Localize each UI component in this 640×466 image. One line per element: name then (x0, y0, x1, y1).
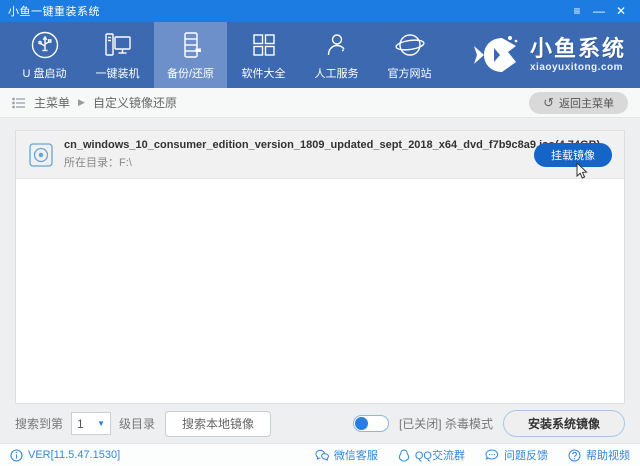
globe-icon (394, 29, 426, 61)
search-depth-value: 1 (77, 416, 84, 431)
search-depth-prefix: 搜索到第 (15, 417, 64, 431)
status-link-label: QQ交流群 (414, 450, 465, 462)
nav-label: 人工服务 (314, 68, 359, 80)
close-icon[interactable]: ✕ (610, 0, 632, 22)
breadcrumb-current: 自定义镜像还原 (92, 96, 177, 110)
person-service-icon (322, 29, 352, 61)
usb-icon (30, 29, 60, 61)
disc-icon (28, 142, 54, 168)
search-local-images-button[interactable]: 搜索本地镜像 (165, 410, 272, 437)
statusbar: VER[11.5.47.1530] 微信客服 QQ交流群 问题反馈 帮助视频 (0, 443, 640, 466)
brand-name: 小鱼系统 (529, 35, 626, 61)
main-navbar: U 盘启动 一键装机 备份/还原 软件大全 人工服务 官方网站 小鱼系统 xia… (0, 22, 640, 88)
feedback-icon (485, 449, 499, 462)
iso-file-row[interactable]: cn_windows_10_consumer_edition_version_1… (16, 131, 624, 179)
bottom-controls: 搜索到第 1 ▼ 级目录 搜索本地镜像 [已关闭] 杀毒模式 安装系统镜像 (0, 404, 640, 443)
info-icon (10, 448, 23, 462)
nav-item-onekey-install[interactable]: 一键装机 (81, 22, 154, 88)
back-to-main-menu-button[interactable]: ↺ 返回主菜单 (529, 91, 628, 114)
nav-label: 软件大全 (241, 68, 286, 80)
menu-list-icon (12, 97, 26, 109)
backup-server-icon (176, 29, 206, 61)
status-link-label: 微信客服 (333, 450, 378, 462)
toggle-knob (354, 417, 368, 430)
breadcrumb-bar: 主菜单 ▶ 自定义镜像还原 ↺ 返回主菜单 (0, 88, 640, 118)
app-window: 小鱼一键重装系统 ≡ — ✕ U 盘启动 一键装机 备份/还原 软件大全 人工服… (0, 0, 640, 466)
qq-icon (398, 448, 410, 462)
content-area: cn_windows_10_consumer_edition_version_1… (0, 118, 640, 443)
chevron-down-icon: ▼ (97, 419, 106, 428)
apps-grid-icon (249, 29, 279, 61)
help-video-icon (568, 449, 581, 462)
iso-directory: 所在目录：F:\ (64, 157, 132, 169)
iso-filename: cn_windows_10_consumer_edition_version_1… (64, 139, 601, 151)
nav-label: U 盘启动 (22, 68, 67, 80)
feedback-link[interactable]: 问题反馈 (485, 447, 548, 463)
install-system-image-button[interactable]: 安装系统镜像 (502, 410, 625, 437)
nav-item-backup-restore[interactable]: 备份/还原 (154, 22, 227, 88)
nav-item-software[interactable]: 软件大全 (227, 22, 300, 88)
search-depth-suffix: 级目录 (119, 417, 156, 431)
image-list-panel: cn_windows_10_consumer_edition_version_1… (15, 130, 625, 404)
back-arrow-icon: ↺ (543, 95, 554, 110)
brand-logo: 小鱼系统 xiaoyuxitong.com (470, 22, 640, 88)
menu-icon[interactable]: ≡ (566, 0, 588, 22)
titlebar: 小鱼一键重装系统 ≡ — ✕ (0, 0, 640, 22)
breadcrumb-root[interactable]: 主菜单 (34, 94, 70, 111)
antivirus-mode-toggle[interactable] (352, 415, 389, 432)
nav-item-usb-boot[interactable]: U 盘启动 (8, 22, 81, 88)
minimize-icon[interactable]: — (588, 0, 610, 22)
version-label: VER[11.5.47.1530] (28, 449, 121, 461)
nav-label: 备份/还原 (166, 68, 215, 80)
status-link-label: 问题反馈 (504, 450, 548, 462)
window-title: 小鱼一键重装系统 (8, 6, 100, 18)
help-video-link[interactable]: 帮助视频 (568, 447, 630, 463)
fish-logo-icon (470, 32, 522, 78)
status-link-label: 帮助视频 (586, 450, 630, 462)
back-button-label: 返回主菜单 (559, 97, 614, 110)
brand-domain: xiaoyuxitong.com (529, 61, 623, 73)
search-depth-select[interactable]: 1 ▼ (71, 412, 112, 435)
nav-label: 一键装机 (95, 68, 140, 80)
nav-item-official-site[interactable]: 官方网站 (373, 22, 446, 88)
qq-group-link[interactable]: QQ交流群 (398, 447, 465, 463)
computer-icon (102, 29, 134, 61)
mount-image-button[interactable]: 挂载镜像 (534, 142, 612, 167)
nav-label: 官方网站 (387, 68, 432, 80)
breadcrumb-separator-icon: ▶ (78, 97, 85, 107)
wechat-support-link[interactable]: 微信客服 (315, 447, 378, 463)
nav-item-support[interactable]: 人工服务 (300, 22, 373, 88)
wechat-icon (315, 449, 329, 462)
antivirus-mode-label: [已关闭] 杀毒模式 (398, 417, 493, 431)
